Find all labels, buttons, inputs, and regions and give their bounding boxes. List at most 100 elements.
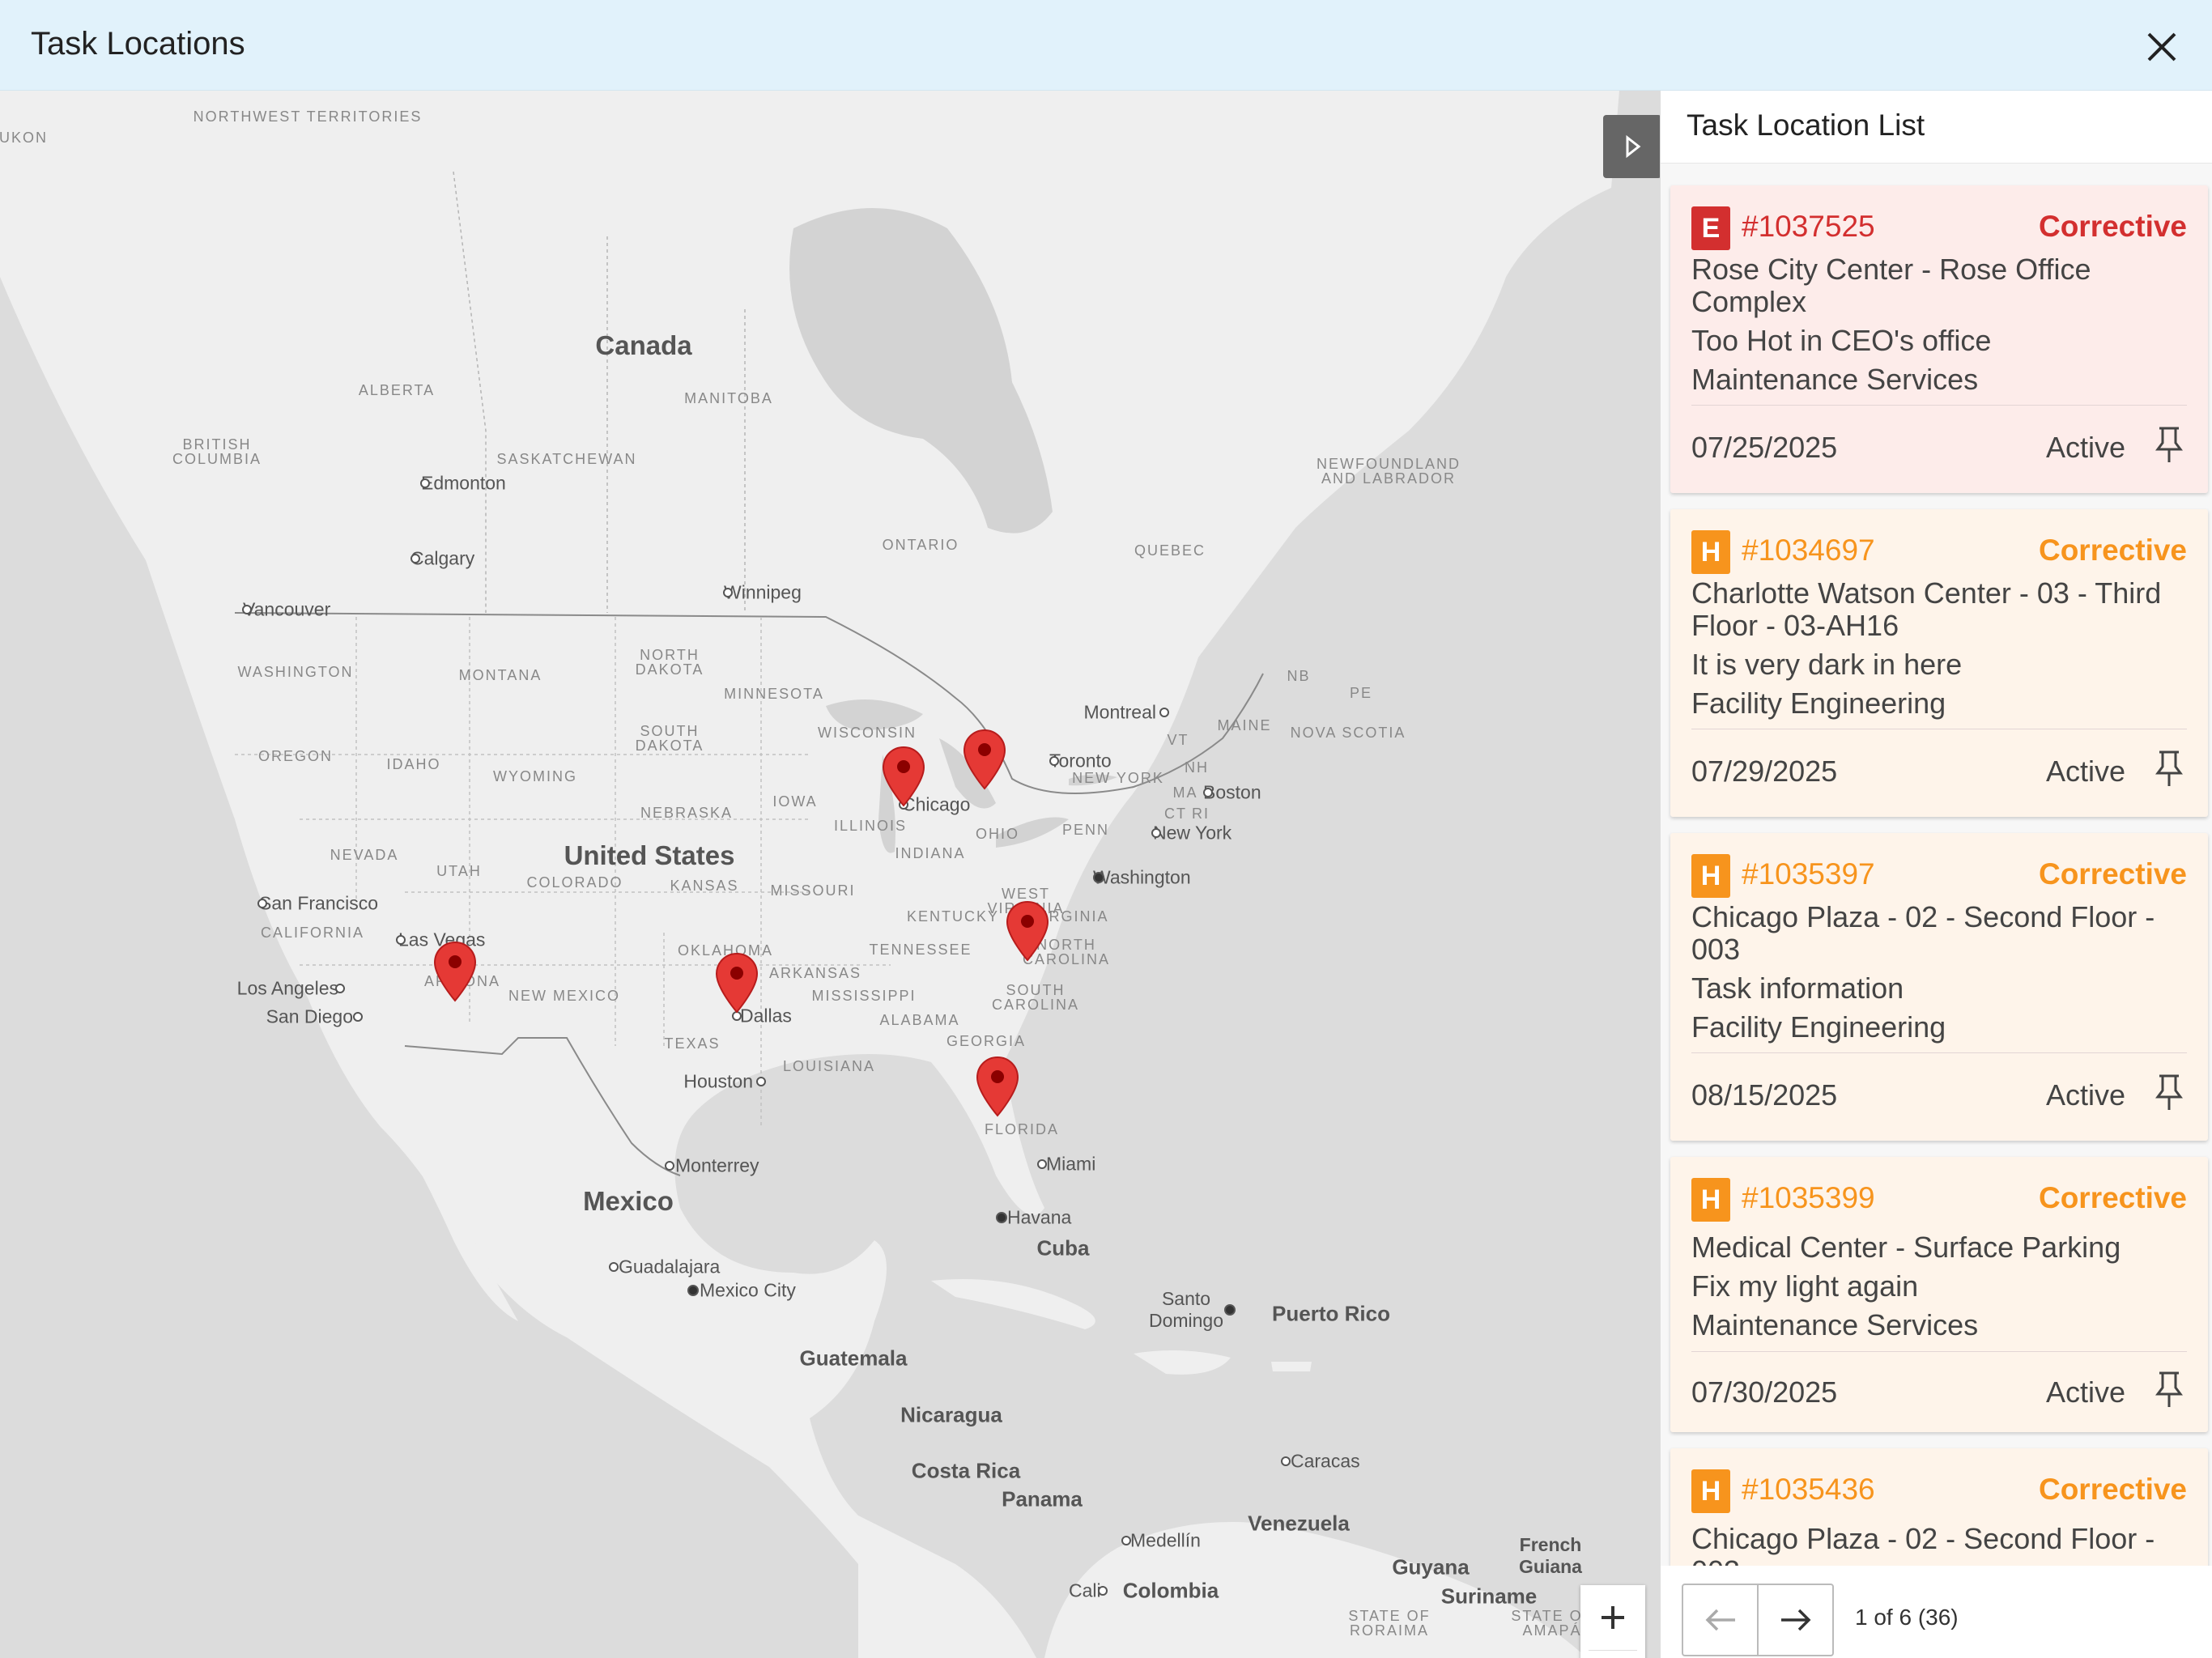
task-service: Maintenance Services	[1691, 363, 1979, 396]
country-label: Colombia	[1122, 1578, 1219, 1603]
task-type: Corrective	[2038, 210, 2187, 243]
country-label: Suriname	[1440, 1584, 1538, 1609]
task-card[interactable]: H #1034697 Corrective Charlotte Watson C…	[1670, 509, 2208, 817]
region-label: CALIFORNIA	[260, 925, 365, 941]
region-label: OHIO	[975, 826, 1020, 842]
task-card[interactable]: H #1035397 Corrective Chicago Plaza - 02…	[1670, 833, 2208, 1141]
country-label: Nicaragua	[900, 1402, 1002, 1427]
city-label: Guadalajara	[619, 1256, 721, 1278]
city-label: Mexico City	[700, 1279, 796, 1301]
map-pin-marker[interactable]	[715, 952, 759, 1014]
region-label: WASHINGTON	[237, 664, 354, 680]
country-label: Canada	[595, 330, 692, 360]
city-label: Montreal	[1083, 701, 1156, 723]
map-pin-marker[interactable]	[882, 746, 925, 807]
task-location: Chicago Plaza - 02 - Second Floor - 003	[1691, 900, 2155, 966]
region-label: MISSISSIPPI	[811, 988, 917, 1004]
region-label: ILLINOIS	[833, 818, 908, 834]
task-number[interactable]: #1035397	[1742, 857, 1875, 891]
region-label: LOUISIANA	[782, 1058, 876, 1074]
task-date: 07/30/2025	[1691, 1375, 1838, 1409]
region-label: RI	[1192, 806, 1210, 822]
city-label: Vancouver	[243, 598, 331, 620]
map-view[interactable]: NORTHWEST TERRITORIES ALBERTA BRITISH CO…	[0, 91, 1660, 1658]
map-pin-marker[interactable]	[963, 729, 1006, 790]
city-label: Boston	[1203, 781, 1261, 803]
country-label: Venezuela	[1248, 1511, 1350, 1536]
map-pin-marker[interactable]	[433, 941, 477, 1002]
task-number[interactable]: #1037525	[1742, 210, 1875, 244]
priority-badge: H	[1691, 1469, 1730, 1513]
city-label: Washington	[1093, 866, 1191, 888]
task-type: Corrective	[2038, 534, 2187, 567]
region-label: QUEBEC	[1134, 542, 1206, 559]
pin-icon[interactable]	[2151, 1370, 2187, 1409]
pin-icon[interactable]	[2151, 425, 2187, 464]
task-number[interactable]: #1034697	[1742, 534, 1875, 568]
region-label: MISSOURI	[770, 882, 856, 899]
region-label: FLORIDA	[984, 1121, 1060, 1137]
task-card[interactable]: H #1035399 Corrective Medical Center - S…	[1670, 1157, 2208, 1432]
pin-icon[interactable]	[2151, 1073, 2187, 1112]
region-label: BRITISH COLUMBIA	[172, 436, 262, 467]
region-label: ARKANSAS	[768, 965, 862, 981]
priority-badge: H	[1691, 530, 1730, 574]
region-label: MANITOBA	[684, 390, 773, 406]
region-label: NH	[1185, 759, 1209, 776]
region-label: SASKATCHEWAN	[496, 451, 637, 467]
task-status: Active	[2045, 1078, 2125, 1112]
map-pin-marker[interactable]	[1006, 900, 1049, 962]
region-label: NEW MEXICO	[508, 988, 621, 1004]
panel-collapse-button[interactable]	[1603, 115, 1661, 178]
city-label: Monterrey	[675, 1154, 759, 1176]
priority-badge: E	[1691, 206, 1730, 250]
region-label: UTAH	[436, 863, 482, 879]
card-divider	[1691, 1351, 2187, 1352]
map-basemap[interactable]	[0, 91, 1660, 1658]
country-label: Costa Rica	[911, 1458, 1021, 1483]
region-label: WYOMING	[493, 768, 577, 784]
city-label: Miami	[1046, 1153, 1096, 1175]
city-label: Calgary	[410, 547, 475, 569]
pin-icon[interactable]	[2151, 749, 2187, 788]
zoom-control	[1580, 1585, 1645, 1658]
prev-page-button[interactable]	[1683, 1585, 1757, 1655]
zoom-in-button[interactable]	[1580, 1585, 1645, 1650]
next-page-button[interactable]	[1757, 1585, 1832, 1655]
city-label: Toronto	[1049, 750, 1112, 772]
region-label: VT	[1167, 732, 1189, 748]
arrow-left-icon	[1705, 1609, 1735, 1631]
map-pin-marker[interactable]	[976, 1056, 1019, 1117]
task-details: Charlotte Watson Center - 03 - Third Flo…	[1691, 577, 2187, 726]
task-number[interactable]: #1035436	[1742, 1473, 1875, 1507]
task-date: 07/29/2025	[1691, 755, 1838, 788]
task-status: Active	[2045, 431, 2125, 464]
country-label: Puerto Rico	[1272, 1301, 1390, 1326]
task-number[interactable]: #1035399	[1742, 1181, 1875, 1215]
priority-badge: H	[1691, 854, 1730, 898]
region-label: NB	[1287, 668, 1311, 684]
card-divider	[1691, 405, 2187, 406]
city-label: Los Angeles	[236, 977, 338, 999]
region-label: OREGON	[257, 748, 334, 764]
region-label: IDAHO	[386, 756, 441, 772]
city-label: Santo Domingo	[1148, 1288, 1224, 1331]
city-label: French Guiana	[1519, 1534, 1582, 1577]
region-label: IOWA	[772, 793, 818, 810]
close-icon[interactable]	[2144, 29, 2180, 65]
task-card[interactable]: E #1037525 Corrective Rose City Center -…	[1670, 185, 2208, 493]
zoom-out-button[interactable]	[1580, 1651, 1645, 1658]
region-label: ALBERTA	[358, 382, 436, 398]
task-details: Medical Center - Surface Parking Fix my …	[1691, 1231, 2187, 1348]
region-label: STATE OF RORAIMA	[1348, 1608, 1431, 1639]
task-details: Rose City Center - Rose Office Complex T…	[1691, 253, 2187, 402]
city-label: San Diego	[266, 1005, 353, 1027]
region-label: ONTARIO	[882, 537, 959, 553]
task-status: Active	[2045, 755, 2125, 788]
country-label: Panama	[1002, 1486, 1083, 1511]
task-location: Charlotte Watson Center - 03 - Third Flo…	[1691, 576, 2162, 642]
task-service: Maintenance Services	[1691, 1308, 1979, 1341]
country-label: United States	[564, 840, 735, 870]
panel-title: Task Location List	[1687, 108, 1925, 142]
region-label: YUKON	[0, 130, 49, 146]
